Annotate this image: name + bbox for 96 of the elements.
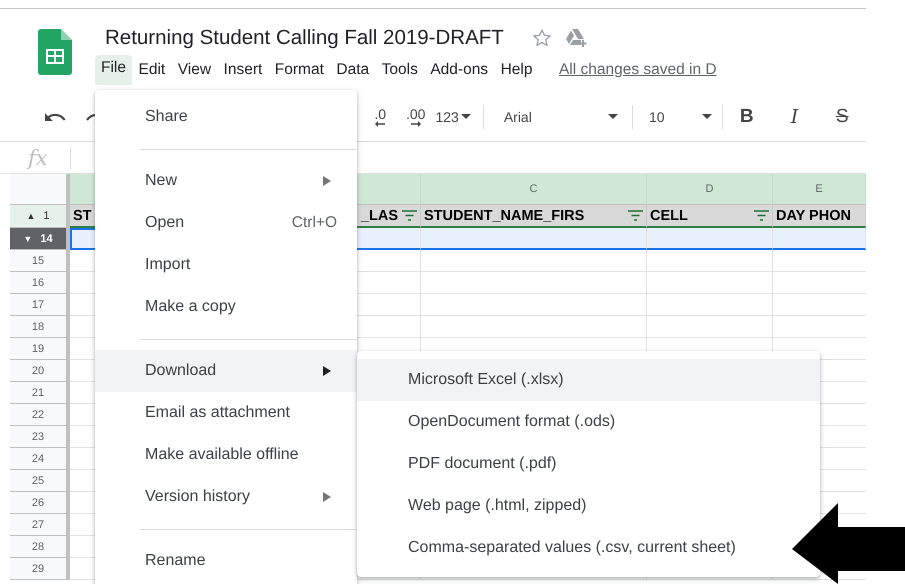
right-arrow-icon	[410, 120, 421, 126]
row-header[interactable]: 29	[10, 558, 70, 580]
row-number-label: 22	[32, 408, 44, 420]
font-size-dropdown[interactable]: 10	[648, 108, 712, 124]
menu-item[interactable]: Email as attachment	[95, 392, 357, 434]
undo-icon[interactable]	[45, 110, 67, 122]
menu-item[interactable]: Open Ctrl+O	[95, 202, 357, 244]
menu-item[interactable]: Rename	[95, 540, 357, 582]
menu-item[interactable]: Import	[95, 244, 357, 286]
corner-cell[interactable]	[10, 174, 70, 205]
menu-item[interactable]: Comma-separated values (.csv, current sheet)	[357, 527, 756, 569]
menu-item[interactable]: Make available offline	[95, 434, 357, 476]
table-cell[interactable]	[773, 228, 866, 250]
menu-item[interactable]: Help	[494, 57, 538, 83]
header-text: ST	[73, 208, 92, 224]
column-header[interactable]: E	[773, 174, 866, 205]
row-number-label: 15	[32, 254, 44, 266]
menu-item[interactable]: View	[172, 57, 218, 83]
table-cell[interactable]	[421, 228, 647, 250]
formula-label: fx	[28, 146, 49, 170]
decrease-decimal-button[interactable]: .0	[374, 106, 386, 126]
row-header[interactable]: 21	[10, 382, 70, 404]
row-header[interactable]: 25	[10, 470, 70, 492]
font-dropdown[interactable]: Arial	[504, 108, 618, 124]
table-cell[interactable]	[647, 228, 773, 250]
row-toggle[interactable]: ▲	[26, 211, 36, 221]
filter-icon[interactable]	[628, 210, 643, 221]
menu-item[interactable]: PDF document (.pdf)	[357, 443, 576, 485]
menu-item[interactable]: Tools	[376, 57, 424, 83]
row-header[interactable]: 24	[10, 448, 70, 470]
caret-icon	[702, 114, 712, 119]
document-title[interactable]: Returning Student Calling Fall 2019-DRAFT	[105, 26, 504, 50]
row-number-label: 23	[32, 430, 44, 442]
row-number-label: 17	[32, 298, 44, 310]
menu-item[interactable]: Share	[95, 96, 357, 138]
row-header[interactable]: 26	[10, 492, 70, 514]
row-number-label: 19	[32, 342, 44, 354]
menu-item[interactable]: Edit	[132, 57, 172, 83]
number-format-dropdown[interactable]: 123	[435, 108, 471, 124]
row-number-label: 16	[32, 276, 44, 288]
column-header[interactable]: D	[647, 174, 773, 205]
row-header[interactable]: ▼ 14	[10, 228, 70, 250]
row-toggle[interactable]: ▼	[23, 234, 32, 244]
row-header[interactable]: 23	[10, 426, 70, 448]
column-header[interactable]: C	[421, 174, 647, 205]
row-header[interactable]: 16	[10, 272, 70, 294]
row-number-label: 26	[32, 496, 44, 508]
menu-item[interactable]: Version history	[95, 476, 357, 518]
menu-item[interactable]: File	[95, 55, 132, 85]
row-number-label: 27	[32, 518, 44, 530]
row-header[interactable]: 18	[10, 316, 70, 338]
menu-item[interactable]: Data	[330, 57, 376, 83]
row-header[interactable]: 27	[10, 514, 70, 536]
filter-icon[interactable]	[402, 210, 417, 221]
bold-button[interactable]: B	[736, 106, 757, 128]
menu-item[interactable]: Web page (.html, zipped)	[357, 485, 606, 527]
menu-item[interactable]: New	[95, 160, 357, 202]
row-header[interactable]: ▲ 1	[10, 205, 70, 228]
row-header[interactable]: 22	[10, 404, 70, 426]
triangle-plus-icon[interactable]	[566, 28, 588, 48]
caret-icon	[460, 114, 471, 119]
row-header[interactable]: 15	[10, 250, 70, 272]
menu-item[interactable]: Add-ons	[424, 57, 494, 83]
row-header[interactable]: 19	[10, 338, 70, 360]
row-number-label: 14	[40, 232, 53, 244]
shortcut-label: Ctrl+O	[292, 214, 337, 232]
menu-item[interactable]: OpenDocument format (.ods)	[357, 401, 636, 443]
menu-item[interactable]: Download	[95, 350, 357, 392]
row-header[interactable]: 20	[10, 360, 70, 382]
app-logo	[38, 29, 72, 75]
row-number-label: 28	[32, 540, 44, 552]
star-icon[interactable]	[532, 28, 552, 48]
header-text: DAY PHON	[776, 208, 851, 224]
row-number-label: 1	[43, 210, 50, 222]
filter-icon[interactable]	[754, 210, 769, 221]
menu-item[interactable]: Make a copy	[95, 286, 357, 328]
strikethrough-button[interactable]: S	[832, 106, 852, 128]
caret-icon	[608, 114, 618, 119]
row-number-label: 24	[32, 452, 44, 464]
row-number-label: 25	[32, 474, 44, 486]
menu-item[interactable]: Microsoft Excel (.xlsx)	[357, 359, 820, 401]
italic-button[interactable]: I	[784, 106, 804, 128]
row-header[interactable]: 17	[10, 294, 70, 316]
left-arrow-icon	[375, 120, 386, 126]
header-text: _LAS	[360, 208, 398, 224]
row-number-label: 18	[32, 320, 44, 332]
row-header[interactable]: 28	[10, 536, 70, 558]
menu-item[interactable]: Format	[268, 57, 330, 83]
menu-item[interactable]: Insert	[218, 57, 268, 83]
row-number-label: 21	[32, 386, 44, 398]
row-number-label: 29	[32, 562, 44, 574]
header-text: CELL	[650, 208, 688, 224]
header-text: STUDENT_NAME_FIRS	[424, 208, 584, 224]
increase-decimal-button[interactable]: .00	[406, 106, 426, 126]
save-status-link[interactable]: All changes saved in D	[558, 61, 717, 79]
row-number-label: 20	[32, 364, 44, 376]
